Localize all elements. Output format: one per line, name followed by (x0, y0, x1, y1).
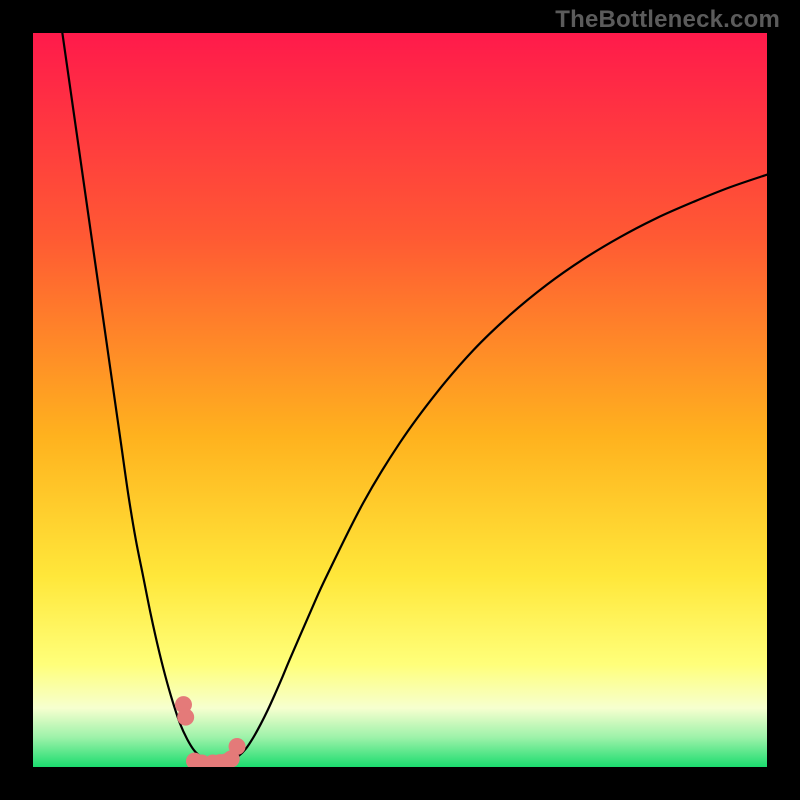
bottleneck-chart (33, 33, 767, 767)
gradient-background (33, 33, 767, 767)
plot-area (33, 33, 767, 767)
watermark-text: TheBottleneck.com (555, 6, 780, 34)
marker-dot (229, 738, 246, 755)
marker-dot (177, 709, 194, 726)
chart-frame: TheBottleneck.com (0, 0, 800, 800)
